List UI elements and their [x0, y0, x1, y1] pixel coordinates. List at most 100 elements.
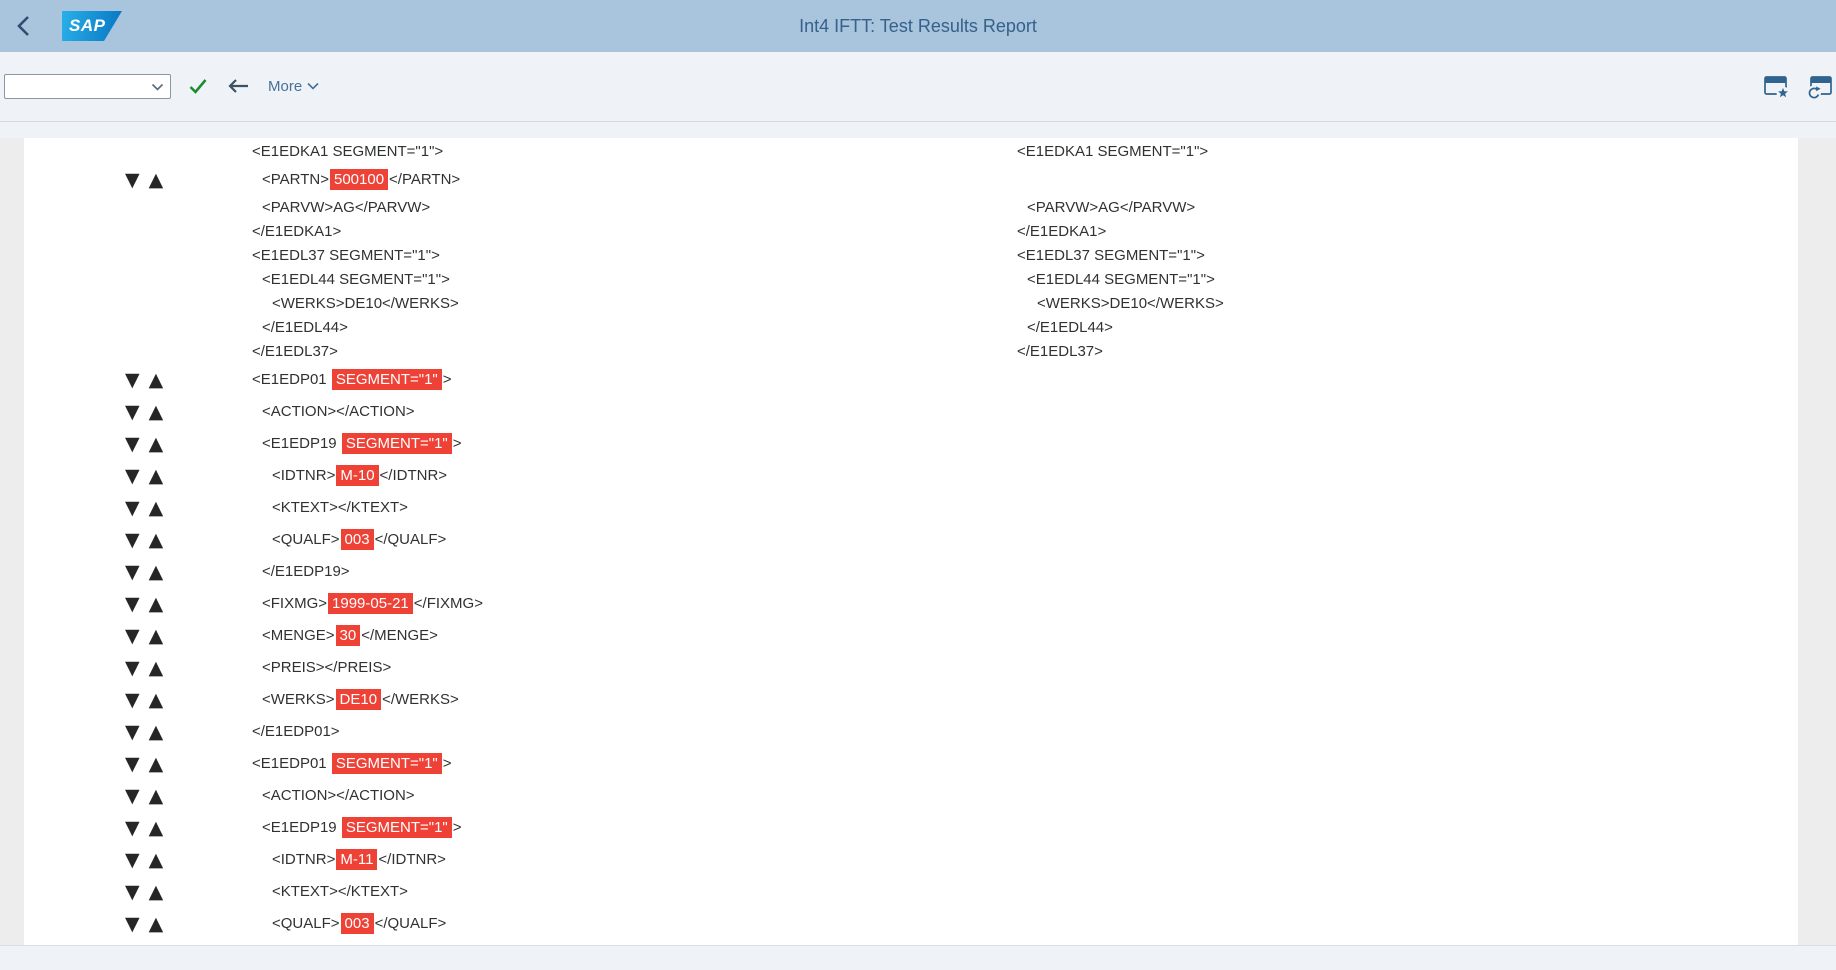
triangle-down-icon[interactable]: ▼ — [125, 556, 140, 588]
triangle-up-icon[interactable]: ▲ — [149, 492, 164, 524]
xml-line-left: <E1EDP19 SEGMENT="1"> — [262, 812, 462, 844]
triangle-down-icon[interactable]: ▼ — [125, 908, 140, 940]
triangle-down-icon[interactable]: ▼ — [125, 876, 140, 908]
xml-row: <E1EDKA1 SEGMENT="1"><E1EDKA1 SEGMENT="1… — [24, 140, 1798, 164]
row-move-controls: ▼▲ — [125, 524, 163, 556]
xml-line-left: <ACTION></ACTION> — [262, 396, 415, 428]
triangle-up-icon[interactable]: ▲ — [149, 364, 164, 396]
triangle-down-icon[interactable]: ▼ — [125, 812, 140, 844]
triangle-up-icon[interactable]: ▲ — [149, 780, 164, 812]
row-move-controls: ▼▲ — [125, 396, 163, 428]
xml-row: ▼ ▲ <PREIS></PREIS> — [24, 652, 1798, 684]
triangle-up-icon[interactable]: ▲ — [149, 460, 164, 492]
xml-line-left: <E1EDP19 SEGMENT="1"> — [262, 428, 462, 460]
row-move-controls: ▼▲ — [125, 460, 163, 492]
triangle-down-icon[interactable]: ▼ — [125, 684, 140, 716]
triangle-up-icon[interactable]: ▲ — [149, 652, 164, 684]
xml-row: ▼▲<ACTION></ACTION> — [24, 396, 1798, 428]
triangle-down-icon[interactable]: ▼ — [125, 716, 140, 748]
xml-line-left: <PREIS></PREIS> — [262, 652, 391, 684]
triangle-up-icon[interactable]: ▲ — [149, 748, 164, 780]
row-move-controls: ▼▲ — [125, 684, 163, 716]
xml-row: <E1EDL37 SEGMENT="1"><E1EDL37 SEGMENT="1… — [24, 244, 1798, 268]
triangle-down-icon[interactable]: ▼ — [125, 428, 140, 460]
triangle-up-icon[interactable]: ▲ — [149, 876, 164, 908]
new-session-button[interactable] — [1805, 72, 1833, 100]
xml-line-left: <IDTNR>M-11</IDTNR> — [272, 844, 446, 876]
row-move-controls: ▼▲ — [125, 620, 163, 652]
triangle-down-icon[interactable]: ▼ — [125, 492, 140, 524]
xml-line-right: <E1EDL44 SEGMENT="1"> — [1027, 268, 1215, 292]
xml-line-right: </E1EDL37> — [1017, 340, 1103, 364]
triangle-up-icon[interactable]: ▲ — [149, 812, 164, 844]
xml-line-left: </E1EDL44> — [262, 316, 348, 340]
triangle-up-icon[interactable]: ▲ — [149, 716, 164, 748]
triangle-down-icon[interactable]: ▼ — [125, 588, 140, 620]
chevron-down-icon[interactable] — [151, 83, 164, 91]
xml-line-right: <PARVW>AG</PARVW> — [1027, 196, 1195, 220]
diff-highlight: DE10 — [336, 689, 382, 710]
triangle-up-icon[interactable]: ▲ — [149, 620, 164, 652]
xml-line-left: <PARTN>500100</PARTN> — [262, 164, 460, 196]
command-field[interactable] — [4, 74, 171, 99]
triangle-down-icon[interactable]: ▼ — [125, 524, 140, 556]
xml-row: ▼ ▲ <PARTN>500100</PARTN> — [24, 164, 1798, 196]
diff-highlight: SEGMENT="1" — [342, 817, 452, 838]
triangle-up-icon[interactable]: ▲ — [149, 524, 164, 556]
enter-button[interactable] — [188, 70, 208, 102]
xml-line-right: <E1EDKA1 SEGMENT="1"> — [1017, 140, 1208, 164]
triangle-down-icon[interactable]: ▼ — [125, 364, 140, 396]
xml-row: ▼ ▲ <E1EDP19 SEGMENT="1"> — [24, 812, 1798, 844]
triangle-up-icon[interactable]: ▲ — [149, 684, 164, 716]
row-move-controls: ▼▲ — [125, 588, 163, 620]
triangle-down-icon[interactable]: ▼ — [125, 780, 140, 812]
chevron-down-icon — [307, 82, 319, 90]
application-toolbar: More — [0, 52, 1836, 122]
xml-line-left: </E1EDKA1> — [252, 220, 341, 244]
row-move-controls: ▼▲ — [125, 716, 163, 748]
xml-row: <PARVW>AG</PARVW> <PARVW>AG</PARVW> — [24, 196, 1798, 220]
triangle-up-icon[interactable]: ▲ — [149, 164, 164, 196]
row-move-controls: ▼▲ — [125, 492, 163, 524]
xml-line-left: <WERKS>DE10</WERKS> — [262, 684, 459, 716]
xml-row: </E1EDL37> </E1EDL37> — [24, 340, 1798, 364]
diff-highlight: 003 — [341, 529, 374, 550]
create-shortcut-button[interactable] — [1763, 72, 1791, 100]
xml-line-right: </E1EDKA1> — [1017, 220, 1106, 244]
xml-line-left: <WERKS>DE10</WERKS> — [272, 292, 459, 316]
triangle-up-icon[interactable]: ▲ — [149, 556, 164, 588]
triangle-down-icon[interactable]: ▼ — [125, 620, 140, 652]
results-panel: <E1EDKA1 SEGMENT="1"><E1EDKA1 SEGMENT="1… — [24, 138, 1798, 945]
xml-line-left: <E1EDP01 SEGMENT="1"> — [252, 364, 452, 396]
session-refresh-icon — [1805, 72, 1833, 100]
xml-line-left: </E1EDL37> — [252, 340, 338, 364]
checkmark-icon — [188, 77, 208, 95]
triangle-down-icon[interactable]: ▼ — [125, 460, 140, 492]
triangle-down-icon[interactable]: ▼ — [125, 652, 140, 684]
triangle-down-icon[interactable]: ▼ — [125, 748, 140, 780]
back-arrow-button[interactable] — [226, 70, 250, 102]
xml-line-left: <FIXMG>1999-05-21</FIXMG> — [262, 588, 483, 620]
triangle-down-icon[interactable]: ▼ — [125, 164, 140, 196]
xml-line-left: <E1EDL44 SEGMENT="1"> — [262, 268, 450, 292]
diff-highlight: SEGMENT="1" — [342, 433, 452, 454]
shortcut-star-icon — [1763, 72, 1791, 100]
more-menu-button[interactable]: More — [268, 70, 319, 102]
diff-highlight: M-11 — [336, 849, 377, 870]
triangle-down-icon[interactable]: ▼ — [125, 396, 140, 428]
triangle-up-icon[interactable]: ▲ — [149, 908, 164, 940]
diff-highlight: M-10 — [336, 465, 378, 486]
triangle-up-icon[interactable]: ▲ — [149, 844, 164, 876]
xml-row: ▼▲</E1EDP19> — [24, 556, 1798, 588]
row-move-controls: ▼▲ — [125, 780, 163, 812]
triangle-up-icon[interactable]: ▲ — [149, 396, 164, 428]
triangle-up-icon[interactable]: ▲ — [149, 588, 164, 620]
triangle-up-icon[interactable]: ▲ — [149, 428, 164, 460]
xml-line-left: <PARVW>AG</PARVW> — [262, 196, 430, 220]
xml-line-left: <ACTION></ACTION> — [262, 780, 415, 812]
diff-highlight: 003 — [341, 913, 374, 934]
diff-highlight: 500100 — [330, 169, 388, 190]
xml-line-left: <KTEXT></KTEXT> — [272, 876, 408, 908]
xml-row: ▼▲</E1EDP01> — [24, 716, 1798, 748]
triangle-down-icon[interactable]: ▼ — [125, 844, 140, 876]
